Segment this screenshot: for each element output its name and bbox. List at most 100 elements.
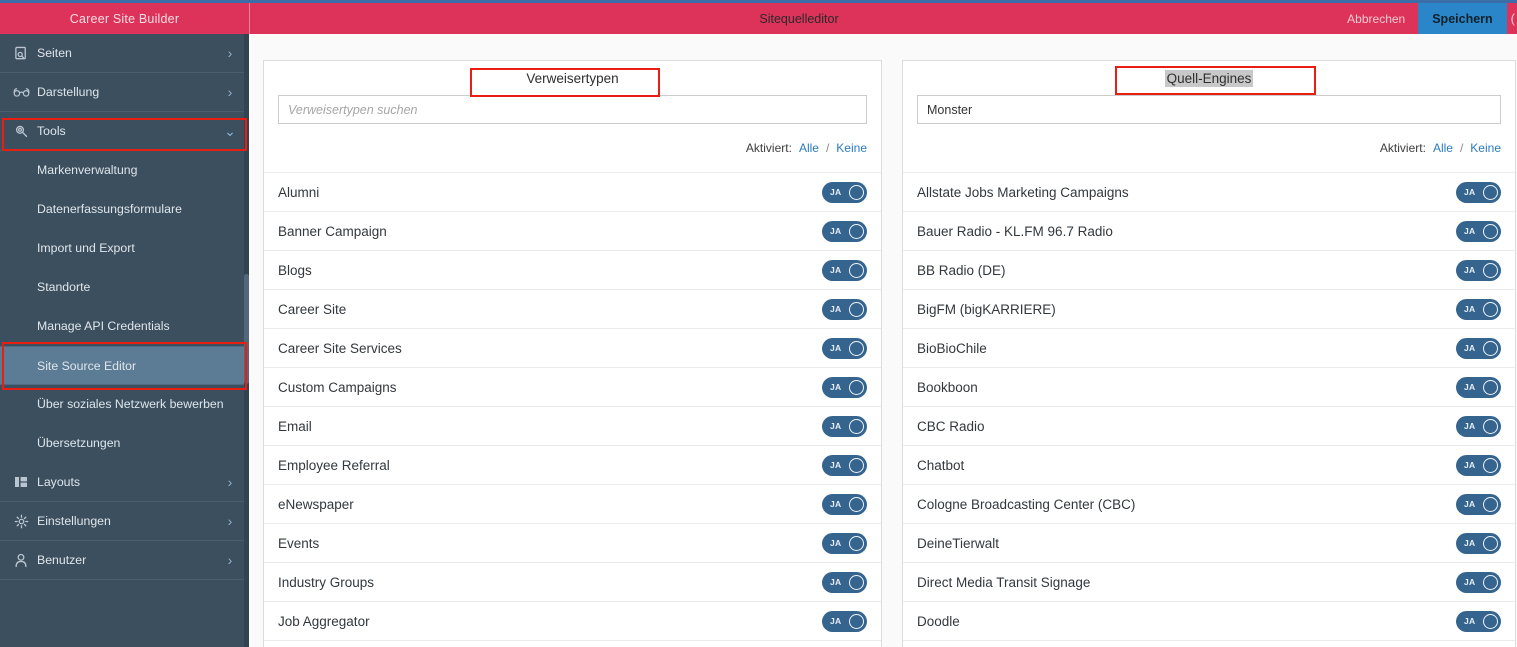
referrer-types-search-input[interactable] bbox=[278, 95, 867, 124]
enable-toggle[interactable]: JA bbox=[1456, 571, 1501, 593]
enable-toggle[interactable]: JA bbox=[822, 493, 867, 515]
list-item-label: Bookboon bbox=[917, 379, 978, 395]
header-overflow-icon[interactable]: ( bbox=[1507, 3, 1517, 34]
source-engines-search-input[interactable] bbox=[917, 95, 1501, 124]
source-engines-panel: Quell-Engines Aktiviert: Alle / Keine Al… bbox=[902, 60, 1516, 647]
list-item: eNewspaper JA bbox=[264, 485, 881, 524]
list-item-label: DeineTierwalt bbox=[917, 535, 1000, 551]
source-engines-activate-row: Aktiviert: Alle / Keine bbox=[903, 124, 1515, 172]
list-item: Email JA bbox=[264, 407, 881, 446]
enable-toggle[interactable]: JA bbox=[1456, 415, 1501, 437]
list-item: Career Site JA bbox=[264, 290, 881, 329]
referrer-types-list: Alumni JA Banner Campaign JA Blogs JA Career S… bbox=[264, 172, 881, 641]
toggle-state-label: JA bbox=[1464, 382, 1476, 392]
chevron-down-icon: ⌄ bbox=[224, 123, 236, 139]
enable-toggle[interactable]: JA bbox=[822, 259, 867, 281]
gear-icon bbox=[10, 512, 32, 530]
sidebar-subitem-manage-api-credentials[interactable]: Manage API Credentials bbox=[0, 307, 249, 346]
toggle-knob bbox=[1483, 223, 1498, 239]
list-item: Career Site Services JA bbox=[264, 329, 881, 368]
enable-toggle[interactable]: JA bbox=[822, 298, 867, 320]
page-title: Sitequelleditor bbox=[759, 11, 839, 26]
activate-none-link[interactable]: Keine bbox=[836, 141, 867, 155]
enable-toggle[interactable]: JA bbox=[1456, 259, 1501, 281]
sidebar-item-benutzer[interactable]: Benutzer › bbox=[0, 541, 249, 580]
enable-toggle[interactable]: JA bbox=[822, 454, 867, 476]
enable-toggle[interactable]: JA bbox=[1456, 532, 1501, 554]
toggle-state-label: JA bbox=[1464, 499, 1476, 509]
layouts-grid-icon bbox=[10, 473, 32, 491]
sidebar-subitem--bersetzungen[interactable]: Übersetzungen bbox=[0, 424, 249, 463]
enable-toggle[interactable]: JA bbox=[1456, 220, 1501, 242]
toggle-knob bbox=[849, 457, 864, 473]
app-brand: Career Site Builder bbox=[69, 11, 180, 26]
list-item-label: Employee Referral bbox=[278, 457, 390, 473]
sidebar-item-tools[interactable]: Tools ⌄ bbox=[0, 112, 249, 151]
sidebar-subitem-label: Site Source Editor bbox=[37, 358, 137, 373]
chevron-right-icon: › bbox=[227, 474, 233, 490]
toggle-knob bbox=[1483, 535, 1498, 551]
activate-label: Aktiviert: bbox=[1379, 141, 1426, 155]
toggle-state-label: JA bbox=[830, 382, 842, 392]
sidebar-item-label: Layouts bbox=[37, 475, 81, 489]
sidebar-item-einstellungen[interactable]: Einstellungen › bbox=[0, 502, 249, 541]
list-item: CBC Radio JA bbox=[903, 407, 1515, 446]
enable-toggle[interactable]: JA bbox=[1456, 493, 1501, 515]
app-header: Career Site Builder Sitequelleditor Abbr… bbox=[0, 3, 1517, 34]
sidebar-scrollbar[interactable] bbox=[244, 34, 249, 647]
activate-none-link[interactable]: Keine bbox=[1470, 141, 1501, 155]
toggle-state-label: JA bbox=[830, 499, 842, 509]
referrer-types-search-wrap bbox=[264, 95, 881, 124]
toggle-state-label: JA bbox=[1464, 187, 1476, 197]
toggle-state-label: JA bbox=[1464, 226, 1476, 236]
list-item-label: Career Site Services bbox=[278, 340, 402, 356]
toggle-state-label: JA bbox=[830, 304, 842, 314]
cancel-button[interactable]: Abbrechen bbox=[1334, 3, 1418, 34]
enable-toggle[interactable]: JA bbox=[1456, 337, 1501, 359]
sidebar-subitem-datenerfassungsformulare[interactable]: Datenerfassungsformulare bbox=[0, 190, 249, 229]
enable-toggle[interactable]: JA bbox=[822, 571, 867, 593]
sidebar-subitem-import-und-export[interactable]: Import und Export bbox=[0, 229, 249, 268]
sidebar-subitem-site-source-editor[interactable]: Site Source Editor bbox=[0, 346, 249, 385]
list-item: Events JA bbox=[264, 524, 881, 563]
save-button[interactable]: Speichern bbox=[1418, 3, 1507, 34]
source-engines-title: Quell-Engines bbox=[903, 61, 1515, 95]
sidebar-item-layouts[interactable]: Layouts › bbox=[0, 463, 249, 502]
list-item-label: Career Site bbox=[278, 301, 347, 317]
sidebar-subitem-standorte[interactable]: Standorte bbox=[0, 268, 249, 307]
toggle-knob bbox=[1483, 574, 1498, 590]
enable-toggle[interactable]: JA bbox=[822, 181, 867, 203]
enable-toggle[interactable]: JA bbox=[822, 376, 867, 398]
enable-toggle[interactable]: JA bbox=[1456, 298, 1501, 320]
enable-toggle[interactable]: JA bbox=[1456, 181, 1501, 203]
list-item-label: eNewspaper bbox=[278, 496, 354, 512]
sidebar-subitem-label: Markenverwaltung bbox=[37, 163, 138, 177]
activate-all-link[interactable]: Alle bbox=[799, 141, 819, 155]
sidebar-nav: Seiten › Darstellung › Tools ⌄ Markenverwaltun… bbox=[0, 34, 249, 580]
enable-toggle[interactable]: JA bbox=[822, 532, 867, 554]
toggle-knob bbox=[849, 496, 864, 512]
enable-toggle[interactable]: JA bbox=[1456, 610, 1501, 632]
sidebar-subitem-markenverwaltung[interactable]: Markenverwaltung bbox=[0, 151, 249, 190]
sidebar-subitem--ber-soziales-netzwerk-bewerben[interactable]: Über soziales Netzwerk bewerben bbox=[0, 385, 249, 424]
sidebar-item-darstellung[interactable]: Darstellung › bbox=[0, 73, 249, 112]
list-item: Chatbot JA bbox=[903, 446, 1515, 485]
sidebar-scrollbar-thumb[interactable] bbox=[244, 274, 249, 384]
enable-toggle[interactable]: JA bbox=[822, 337, 867, 359]
list-item: Custom Campaigns JA bbox=[264, 368, 881, 407]
user-icon bbox=[10, 551, 32, 569]
enable-toggle[interactable]: JA bbox=[822, 610, 867, 632]
sidebar-item-seiten[interactable]: Seiten › bbox=[0, 34, 249, 73]
toggle-knob bbox=[849, 301, 864, 317]
list-item: Job Aggregator JA bbox=[264, 602, 881, 641]
enable-toggle[interactable]: JA bbox=[822, 220, 867, 242]
toggle-knob bbox=[1483, 496, 1498, 512]
toggle-state-label: JA bbox=[1464, 616, 1476, 626]
enable-toggle[interactable]: JA bbox=[1456, 376, 1501, 398]
list-item-label: Chatbot bbox=[917, 457, 965, 473]
enable-toggle[interactable]: JA bbox=[1456, 454, 1501, 476]
list-item: Allstate Jobs Marketing Campaigns JA bbox=[903, 173, 1515, 212]
toggle-state-label: JA bbox=[1464, 460, 1476, 470]
activate-all-link[interactable]: Alle bbox=[1433, 141, 1453, 155]
enable-toggle[interactable]: JA bbox=[822, 415, 867, 437]
